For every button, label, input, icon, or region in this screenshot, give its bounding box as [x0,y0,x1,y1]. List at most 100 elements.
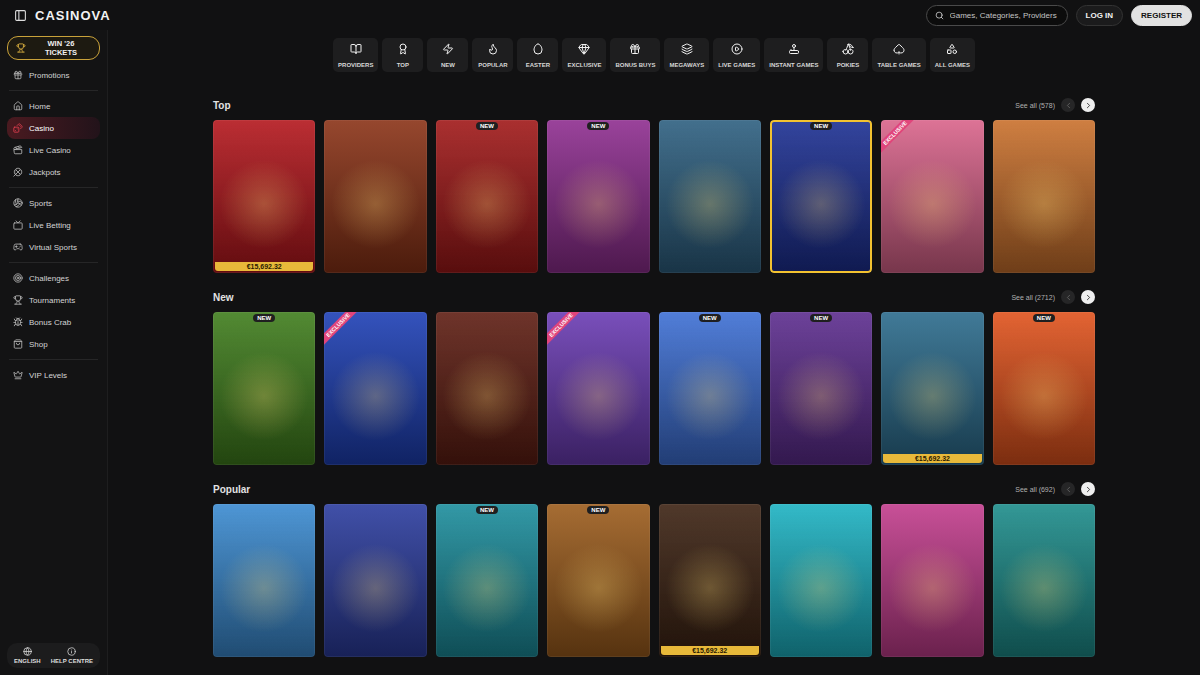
sidebar-item[interactable]: Tournaments [7,289,100,311]
sidebar-item[interactable]: Casino [7,117,100,139]
category-button[interactable]: MEGAWAYS [664,38,709,72]
game-card[interactable]: NEW [213,312,315,465]
category-icon [893,43,905,55]
next-button[interactable] [1081,290,1095,304]
category-icon [681,43,693,55]
game-card[interactable]: €15,692.32 [213,120,315,273]
nav-icon [13,242,23,252]
login-button[interactable]: LOG IN [1076,5,1124,26]
sidebar-item[interactable]: Home [7,95,100,117]
category-button[interactable]: TOP [382,38,423,72]
nav-icon [13,339,23,349]
sidebar-item[interactable]: Promotions [7,64,100,86]
game-card[interactable] [993,120,1095,273]
sidebar-item[interactable]: Jackpots [7,161,100,183]
sidebar-divider [9,187,98,188]
search-icon [935,11,944,20]
game-card[interactable] [213,504,315,657]
game-card[interactable]: EXCLUSIVE [324,312,426,465]
category-button[interactable]: EXCLUSIVE [562,38,606,72]
sidebar-footer: ENGLISH HELP CENTRE [7,643,100,668]
casino-page: CASINOVA LOG IN REGISTER WIN '26 TICKETS Pro… [0,0,1200,675]
nav-icon [13,220,23,230]
category-button[interactable]: EASTER [517,38,558,72]
game-card[interactable]: NEW [770,120,872,273]
see-all-link[interactable]: See all (2712) [1011,294,1055,301]
see-all-link[interactable]: See all (578) [1015,102,1055,109]
chevron-right-icon [1084,485,1093,494]
sidebar-item[interactable]: Challenges [7,267,100,289]
category-button[interactable]: LIVE GAMES [713,38,760,72]
category-button[interactable]: ALL GAMES [930,38,975,72]
sidebar-item[interactable]: Shop [7,333,100,355]
nav-icon [13,370,23,380]
next-button[interactable] [1081,482,1095,496]
game-card[interactable]: €15,692.32 [881,312,983,465]
jackpot-amount: €15,692.32 [661,646,759,655]
see-all-link[interactable]: See all (692) [1015,486,1055,493]
category-button[interactable]: INSTANT GAMES [764,38,823,72]
game-card[interactable]: NEW [770,312,872,465]
nav-icon [13,145,23,155]
category-button[interactable]: PROVIDERS [333,38,378,72]
new-badge: NEW [476,122,498,130]
sidebar-item[interactable]: VIP Levels [7,364,100,386]
sidebar-item[interactable]: Bonus Crab [7,311,100,333]
category-icon [788,43,800,55]
nav-icon [13,70,23,80]
category-button[interactable]: POKIES [827,38,868,72]
new-badge: NEW [476,506,498,514]
game-card[interactable]: €15,692.32 [659,504,761,657]
prev-button[interactable] [1061,290,1075,304]
game-row: NEW NEW €15,692.32 [213,504,1095,657]
sidebar-item[interactable]: Virtual Sports [7,236,100,258]
help-button[interactable]: HELP CENTRE [51,647,93,664]
game-card[interactable] [881,504,983,657]
game-card[interactable]: EXCLUSIVE [547,312,649,465]
category-button[interactable]: POPULAR [472,38,513,72]
game-card[interactable] [324,504,426,657]
globe-icon [23,647,32,656]
search-input[interactable] [948,10,1059,21]
nav-icon [13,101,23,111]
promo-button[interactable]: WIN '26 TICKETS [7,36,100,60]
prev-button[interactable] [1061,482,1075,496]
game-card[interactable]: NEW [436,504,538,657]
nav-icon [13,198,23,208]
new-badge: NEW [587,506,609,514]
sidebar-divider [9,90,98,91]
category-button[interactable]: NEW [427,38,468,72]
game-card[interactable]: NEW [436,120,538,273]
category-bar: PROVIDERSTOPNEWPOPULAREASTEREXCLUSIVEBON… [333,38,975,72]
game-card[interactable] [324,120,426,273]
game-card[interactable] [659,120,761,273]
chevron-left-icon [1064,485,1073,494]
game-card[interactable] [436,312,538,465]
category-button[interactable]: BONUS BUYS [610,38,660,72]
help-icon [67,647,76,656]
game-card[interactable]: NEW [547,120,649,273]
logo[interactable]: CASINOVA [35,8,111,23]
nav-icon [13,295,23,305]
sidebar-item[interactable]: Live Casino [7,139,100,161]
game-card[interactable]: EXCLUSIVE [881,120,983,273]
game-card[interactable] [993,504,1095,657]
game-card[interactable]: NEW [993,312,1095,465]
game-card[interactable]: NEW [547,504,649,657]
sidebar-item[interactable]: Sports [7,192,100,214]
language-button[interactable]: ENGLISH [14,647,41,664]
game-card[interactable]: NEW [659,312,761,465]
sidebar-toggle-icon[interactable] [14,9,27,22]
category-icon [946,43,958,55]
new-badge: NEW [810,122,832,130]
prev-button[interactable] [1061,98,1075,112]
trophy-icon [16,43,26,53]
game-card[interactable] [770,504,872,657]
category-button[interactable]: TABLE GAMES [872,38,925,72]
chevron-left-icon [1064,101,1073,110]
register-button[interactable]: REGISTER [1131,5,1192,26]
sidebar-item[interactable]: Live Betting [7,214,100,236]
next-button[interactable] [1081,98,1095,112]
game-section: PopularSee all (692)NEWNEW€15,692.32 [213,482,1095,657]
sidebar-divider [9,262,98,263]
